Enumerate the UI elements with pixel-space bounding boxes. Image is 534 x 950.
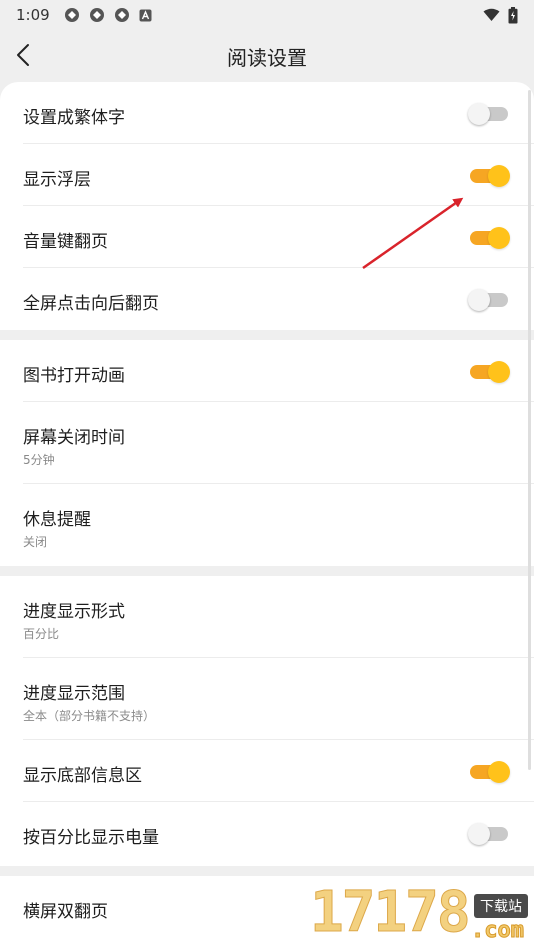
setting-label: 设置成繁体字 — [23, 108, 125, 128]
battery-percent-toggle[interactable] — [468, 823, 508, 845]
watermark-tag: 下载站 — [474, 894, 528, 918]
setting-label: 图书打开动画 — [23, 366, 125, 386]
setting-row-progress-range[interactable]: 进度显示范围 全本（部分书籍不支持） — [0, 658, 534, 740]
setting-row-progress-format[interactable]: 进度显示形式 百分比 — [0, 576, 534, 658]
wifi-icon — [483, 8, 500, 21]
a-badge-icon — [139, 9, 152, 21]
nav-bar: 阅读设置 — [0, 30, 534, 80]
setting-label: 按百分比显示电量 — [23, 828, 159, 848]
scrollbar[interactable] — [528, 90, 531, 770]
setting-value: 5分钟 — [23, 453, 55, 467]
setting-label: 显示底部信息区 — [23, 766, 142, 786]
setting-label: 进度显示形式 — [23, 602, 125, 622]
floating-layer-toggle[interactable] — [470, 165, 510, 187]
system-icons — [483, 6, 518, 24]
setting-label: 屏幕关闭时间 — [23, 428, 125, 448]
app-notification-icon — [114, 8, 129, 22]
setting-value: 百分比 — [23, 627, 60, 641]
setting-row-screen-off-time[interactable]: 屏幕关闭时间 5分钟 — [0, 402, 534, 484]
site-watermark: 17178 下载站 .com — [304, 878, 534, 950]
volume-key-page-toggle[interactable] — [470, 227, 510, 249]
setting-row-volume-key-page[interactable]: 音量键翻页 — [0, 206, 534, 268]
setting-label: 音量键翻页 — [23, 232, 108, 252]
settings-section-display: 设置成繁体字 显示浮层 音量键翻页 全屏点击向后翻页 — [0, 82, 534, 330]
setting-label: 休息提醒 — [23, 510, 91, 530]
traditional-chinese-toggle[interactable] — [468, 103, 508, 125]
setting-value: 关闭 — [23, 535, 48, 549]
setting-row-battery-percent[interactable]: 按百分比显示电量 — [0, 802, 534, 864]
setting-row-floating-layer[interactable]: 显示浮层 — [0, 144, 534, 206]
fullscreen-tap-forward-toggle[interactable] — [468, 289, 508, 311]
watermark-number: 17178 — [310, 880, 472, 946]
setting-row-book-open-animation[interactable]: 图书打开动画 — [0, 340, 534, 402]
app-notification-icon — [89, 8, 104, 22]
setting-label: 全屏点击向后翻页 — [23, 294, 159, 314]
book-open-animation-toggle[interactable] — [470, 361, 510, 383]
page-title: 阅读设置 — [227, 46, 307, 70]
settings-section-progress: 进度显示形式 百分比 进度显示范围 全本（部分书籍不支持） 显示底部信息区 按百… — [0, 576, 534, 866]
status-time: 1:09 — [16, 6, 50, 24]
settings-section-behavior: 图书打开动画 屏幕关闭时间 5分钟 休息提醒 关闭 — [0, 340, 534, 566]
setting-row-rest-reminder[interactable]: 休息提醒 关闭 — [0, 484, 534, 566]
notification-icons — [64, 7, 152, 23]
setting-label: 横屏双翻页 — [23, 902, 108, 922]
battery-icon — [508, 6, 518, 23]
status-bar: 1:09 — [0, 0, 534, 30]
bottom-info-area-toggle[interactable] — [470, 761, 510, 783]
setting-label: 进度显示范围 — [23, 684, 125, 704]
setting-label: 显示浮层 — [23, 170, 91, 190]
watermark-suffix: .com — [471, 918, 525, 944]
setting-row-bottom-info-area[interactable]: 显示底部信息区 — [0, 740, 534, 802]
setting-row-fullscreen-tap-forward[interactable]: 全屏点击向后翻页 — [0, 268, 534, 330]
setting-row-traditional-chinese[interactable]: 设置成繁体字 — [0, 82, 534, 144]
app-notification-icon — [64, 8, 79, 22]
setting-value: 全本（部分书籍不支持） — [23, 709, 156, 723]
